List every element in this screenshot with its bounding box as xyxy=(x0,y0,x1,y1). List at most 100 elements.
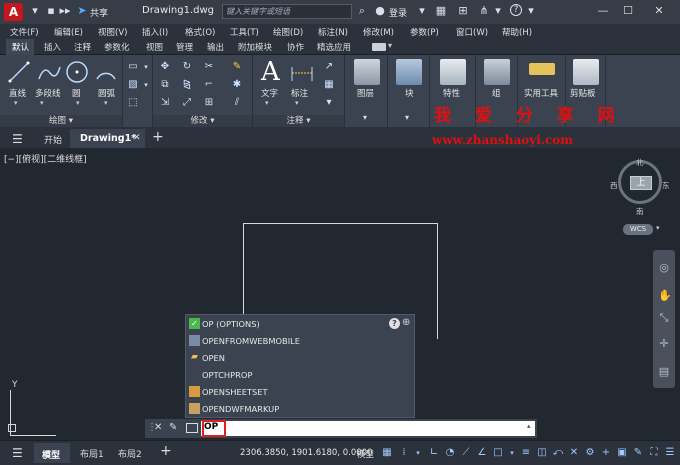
customize-wrench-icon[interactable]: ✎ xyxy=(169,422,177,433)
lineweight-icon[interactable]: ≡ xyxy=(520,447,532,459)
hatch-icon[interactable]: ▧ xyxy=(127,79,139,91)
chevron-down-icon[interactable]: ▾ xyxy=(524,4,538,18)
share-label[interactable]: 共享 xyxy=(90,6,108,19)
polar-icon[interactable]: ◔ xyxy=(444,447,456,459)
chevron-down-icon[interactable]: ▾ xyxy=(405,113,409,122)
tab-view[interactable]: 视图 xyxy=(146,41,163,53)
viewcube-south[interactable]: 南 xyxy=(636,206,644,217)
line-tool-label[interactable]: 直线 xyxy=(9,87,26,99)
chevron-down-icon[interactable]: ▾ xyxy=(140,61,152,73)
workspace-icon[interactable]: ⚙ xyxy=(584,447,596,459)
group-icon[interactable] xyxy=(484,59,510,85)
erase-icon[interactable]: ✎ xyxy=(231,61,243,73)
annotation-monitor-icon[interactable]: + xyxy=(600,447,612,459)
text-tool-label[interactable]: 文字 xyxy=(261,87,278,99)
ortho-icon[interactable]: ∟ xyxy=(428,447,440,459)
text-tool-icon[interactable]: A xyxy=(261,58,280,86)
transparency-icon[interactable]: ◫ xyxy=(536,447,548,459)
cursor-coordinates[interactable]: 2306.3850, 1901.6180, 0.0000 xyxy=(240,448,372,458)
rotate-icon[interactable]: ↻ xyxy=(181,61,193,73)
add-tab-button[interactable]: + xyxy=(152,129,164,145)
isodraft-icon[interactable]: ⟋ xyxy=(460,447,472,459)
tab-addins[interactable]: 附加模块 xyxy=(238,41,272,53)
globe-search-icon[interactable]: ⊕ xyxy=(402,317,410,328)
tab-layout2[interactable]: 布局2 xyxy=(118,447,142,460)
tab-manage[interactable]: 管理 xyxy=(176,41,193,53)
close-icon[interactable]: ✕ xyxy=(154,422,162,433)
offset-icon[interactable]: ⫽ xyxy=(231,97,243,109)
chevron-down-icon[interactable]: ▾ xyxy=(388,41,392,50)
menu-insert[interactable]: 插入(I) xyxy=(142,26,168,38)
menu-file[interactable]: 文件(F) xyxy=(10,26,39,38)
login-button[interactable]: 登录 xyxy=(389,6,407,19)
menu-view[interactable]: 视图(V) xyxy=(98,26,127,38)
properties-icon[interactable] xyxy=(440,59,466,85)
ribbon-toggle-icon[interactable] xyxy=(372,43,386,51)
boundary-icon[interactable]: ⬚ xyxy=(127,97,139,109)
share-icon[interactable]: ➤ xyxy=(75,4,89,18)
close-button[interactable]: ✕ xyxy=(650,3,668,19)
fast-forward-icon[interactable]: ▸▸ xyxy=(58,4,72,18)
close-icon[interactable]: ✕ xyxy=(133,133,141,143)
chevron-down-icon[interactable]: ▾ xyxy=(656,224,660,232)
polyline-tool-icon[interactable] xyxy=(36,61,62,83)
zoom-extents-icon[interactable]: ⤡ xyxy=(658,312,670,324)
chevron-down-icon[interactable]: ▾ xyxy=(76,99,80,107)
circle-tool-icon[interactable] xyxy=(65,60,89,84)
properties-label[interactable]: 特性 xyxy=(443,87,460,99)
tab-default[interactable]: 默认 xyxy=(12,41,29,53)
tab-insert[interactable]: 插入 xyxy=(44,41,61,53)
autocomplete-item[interactable]: OPENFROMWEBMOBILE xyxy=(186,332,414,349)
menu-edit[interactable]: 编辑(E) xyxy=(54,26,83,38)
help-icon[interactable]: ? xyxy=(510,4,522,16)
leader-icon[interactable]: ↗ xyxy=(323,61,335,73)
table-icon[interactable]: ▦ xyxy=(323,79,335,91)
store-icon[interactable]: ▦ xyxy=(434,4,448,18)
chevron-down-icon[interactable]: ▾ xyxy=(265,99,269,107)
chevron-down-icon[interactable]: ▾ xyxy=(104,99,108,107)
wcs-menu-button[interactable]: WCS xyxy=(623,224,653,235)
network-icon[interactable]: ⋔ xyxy=(477,4,491,18)
move-icon[interactable]: ✥ xyxy=(159,61,171,73)
showmotion-icon[interactable]: ▤ xyxy=(658,366,670,378)
steering-wheel-icon[interactable]: ◎ xyxy=(658,262,670,274)
isolate-objects-icon[interactable]: ✎ xyxy=(632,447,644,459)
polyline-tool-label[interactable]: 多段线 xyxy=(35,87,61,99)
modify-panel-title[interactable]: 修改 ▾ xyxy=(153,115,252,127)
viewcube-north[interactable]: 北 xyxy=(636,157,644,168)
group-label[interactable]: 组 xyxy=(492,87,501,99)
menu-format[interactable]: 格式(O) xyxy=(185,26,215,38)
trim-icon[interactable]: ✂ xyxy=(203,61,215,73)
units-icon[interactable]: ▣ xyxy=(616,447,628,459)
fillet-icon[interactable]: ⌐ xyxy=(203,79,215,91)
tab-annotate[interactable]: 注释 xyxy=(74,41,91,53)
menu-window[interactable]: 窗口(W) xyxy=(456,26,488,38)
dimension-tool-label[interactable]: 标注 xyxy=(291,87,308,99)
autocomplete-item[interactable]: OPENSHEETSET xyxy=(186,383,414,400)
viewcube-west[interactable]: 西 xyxy=(610,180,618,191)
selection-cycling-icon[interactable]: ⤺ xyxy=(552,447,564,459)
menu-draw[interactable]: 绘图(D) xyxy=(273,26,303,38)
autocomplete-item[interactable]: OPENDWFMARKUP xyxy=(186,400,414,417)
stretch-icon[interactable]: ⇲ xyxy=(159,97,171,109)
search-icon[interactable]: ⌕ xyxy=(355,4,369,18)
viewport-controls[interactable]: [−][俯视][二维线框] xyxy=(4,152,87,165)
menu-dimension[interactable]: 标注(N) xyxy=(318,26,348,38)
chevron-down-icon[interactable]: ▾ xyxy=(140,79,152,91)
tab-featured-apps[interactable]: 精选应用 xyxy=(317,41,351,53)
new-file-icon[interactable]: ▪ xyxy=(44,4,58,18)
maximize-button[interactable]: ☐ xyxy=(619,3,637,19)
chevron-down-icon[interactable]: ▾ xyxy=(491,4,505,18)
tab-model[interactable]: 模型 xyxy=(34,443,70,463)
chevron-down-icon[interactable]: ▾ xyxy=(412,447,424,459)
annotation-scale-icon[interactable]: ✕ xyxy=(568,447,580,459)
array-icon[interactable]: ⊞ xyxy=(203,97,215,109)
customization-menu-icon[interactable]: ☰ xyxy=(664,447,676,459)
copy-icon[interactable]: ⧉ xyxy=(159,79,171,91)
autocomplete-item[interactable]: OPTCHPROP xyxy=(186,366,414,383)
clipboard-icon[interactable] xyxy=(573,59,599,85)
command-input[interactable]: OP ▴ xyxy=(201,421,535,436)
grid-icon[interactable]: ▦ xyxy=(381,447,393,459)
object-snap-icon[interactable]: □ xyxy=(492,447,504,459)
fullscreen-icon[interactable]: ⛶ xyxy=(648,447,660,459)
